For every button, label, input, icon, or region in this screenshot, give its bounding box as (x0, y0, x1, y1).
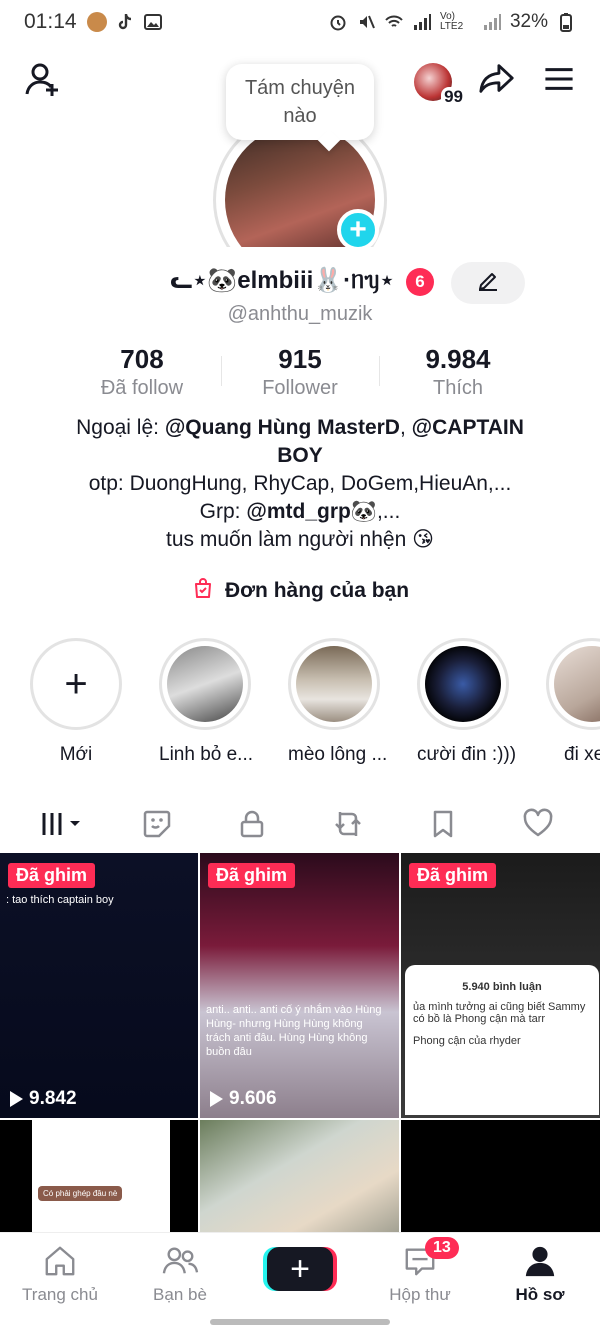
username: @anhthu_muzik (227, 303, 373, 325)
highlight-item[interactable]: cười đin :))) (417, 638, 516, 766)
alarm-icon (328, 12, 348, 32)
friends-icon (125, 1243, 235, 1279)
sticker-icon (141, 808, 173, 845)
profile-icon (485, 1243, 595, 1279)
nav-profile[interactable]: Hồ sơ (485, 1243, 595, 1305)
view-count: 9.606 (210, 1088, 277, 1110)
notification-count: 99 (441, 86, 466, 107)
network-label: Vo) LTE2 (439, 11, 464, 32)
mute-icon (356, 12, 376, 32)
highlight-item[interactable]: Linh bỏ e... (159, 638, 253, 766)
display-name: ᓚ⋆🐼elmbiii🐰·ᥒᥡ⋆ (170, 267, 395, 294)
home-icon (5, 1243, 115, 1279)
story-highlights: + Mới Linh bỏ e... mèo lông ... cười đin… (30, 638, 600, 766)
view-count: 21,2K (411, 1088, 481, 1110)
app-notification-icon (86, 12, 107, 32)
pinned-badge: Đã ghim (8, 863, 96, 888)
status-bubble[interactable]: Tám chuyện nào (226, 64, 374, 140)
nav-inbox[interactable]: 13 Hộp thư (365, 1237, 475, 1305)
profile-bio: Ngoại lệ: @Quang Hùng MasterD, @CAPTAIN … (76, 416, 524, 551)
share-icon[interactable] (478, 60, 516, 103)
signal-icon (412, 12, 432, 32)
status-bar: 01:14 Vo) LTE2 32% (0, 0, 600, 44)
lock-icon (236, 808, 268, 845)
gallery-icon (143, 12, 163, 32)
add-story-icon[interactable]: + (337, 209, 379, 251)
status-time: 01:14 (24, 10, 77, 33)
chat-screenshot: Có phải ghép đâu nè (32, 1120, 170, 1240)
battery-icon (556, 12, 576, 32)
stat-following[interactable]: 708 Đã follow (63, 344, 221, 400)
tab-videos[interactable] (31, 804, 94, 856)
video-thumbnail[interactable]: Đã ghim anti.. anti.. anti cố ý nhắm vào… (200, 853, 399, 1118)
video-thumbnail[interactable] (401, 1120, 600, 1240)
profile-stats: 708 Đã follow 915 Follower 9.984 Thích (0, 344, 600, 400)
orders-link[interactable]: Đơn hàng của bạn (0, 576, 600, 606)
wifi-icon (384, 12, 404, 32)
repost-icon (332, 808, 364, 845)
videos-grid-icon (40, 809, 84, 844)
inbox-badge: 13 (425, 1237, 459, 1259)
bookmark-icon (427, 808, 459, 845)
heart-icon (522, 808, 554, 845)
bottom-navigation: Trang chủ Bạn bè + 13 Hộp thư Hồ sơ (0, 1232, 600, 1333)
pinned-badge: Đã ghim (409, 863, 497, 888)
home-indicator[interactable] (210, 1319, 390, 1325)
signal-icon-2 (482, 12, 502, 32)
tiktok-icon (115, 12, 135, 32)
tab-stickers[interactable] (127, 804, 187, 848)
bio-mention[interactable]: @mtd_grp (246, 500, 350, 523)
video-grid: Đã ghim : tao thích captain boy 9.842 Đã… (0, 853, 600, 1240)
tab-liked[interactable] (508, 804, 568, 848)
create-icon: + (267, 1247, 333, 1291)
tab-private[interactable] (222, 804, 282, 848)
nav-friends[interactable]: Bạn bè (125, 1243, 235, 1305)
tab-favorites[interactable] (413, 804, 473, 848)
nav-create[interactable]: + (245, 1243, 355, 1305)
video-thumbnail[interactable]: Đã ghim 5.940 bình luận ủa mình tưởng ai… (401, 853, 600, 1118)
pencil-icon (476, 269, 500, 298)
menu-icon[interactable] (542, 62, 576, 101)
add-friend-icon[interactable] (24, 60, 64, 100)
name-badge: 6 (406, 268, 434, 296)
tab-reposts[interactable] (318, 804, 378, 848)
highlight-item[interactable]: đi xem (546, 638, 600, 766)
view-count: 9.842 (10, 1088, 77, 1110)
highlight-item[interactable]: mèo lông ... (288, 638, 387, 766)
stat-followers[interactable]: 915 Follower (221, 344, 379, 400)
highlight-new[interactable]: + Mới (30, 638, 122, 766)
battery-level: 32% (509, 11, 548, 32)
notification-avatar[interactable]: 99 (414, 62, 466, 107)
pinned-badge: Đã ghim (208, 863, 296, 888)
nav-home[interactable]: Trang chủ (5, 1243, 115, 1305)
bio-mention[interactable]: @Quang Hùng MasterD (165, 416, 400, 439)
plus-icon: + (64, 661, 88, 706)
shopping-bag-icon (191, 576, 215, 606)
video-thumbnail[interactable]: Có phải ghép đâu nè (0, 1120, 198, 1240)
edit-profile-button[interactable] (451, 262, 525, 304)
profile-tabs (0, 800, 600, 856)
stat-likes[interactable]: 9.984 Thích (379, 344, 537, 400)
video-thumbnail[interactable] (200, 1120, 399, 1240)
video-thumbnail[interactable]: Đã ghim : tao thích captain boy 9.842 (0, 853, 198, 1118)
profile-photo (225, 125, 375, 247)
